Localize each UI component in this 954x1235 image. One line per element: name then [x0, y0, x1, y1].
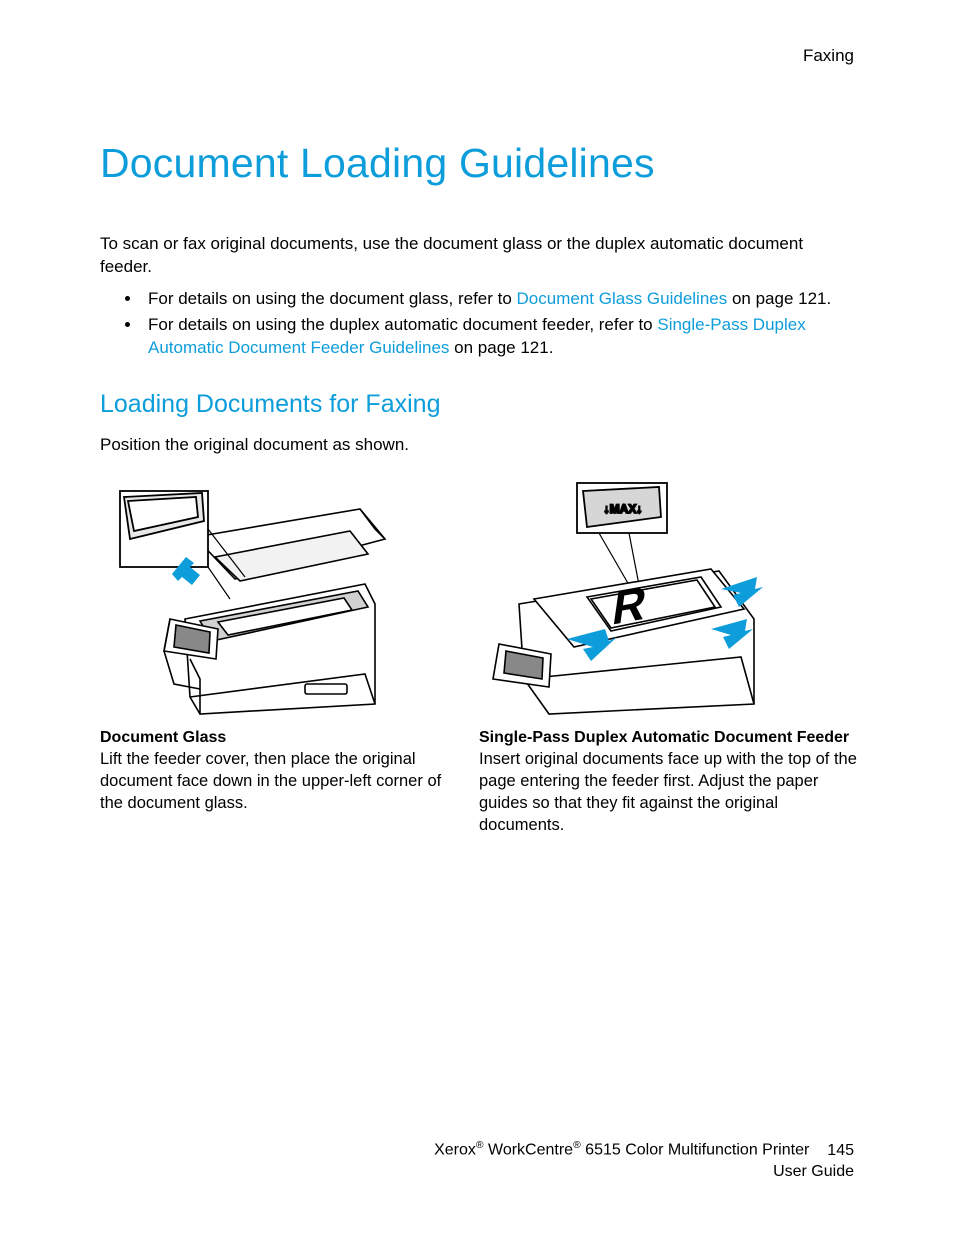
- bullet-item: For details on using the document glass,…: [142, 287, 858, 311]
- bullet-text-pre: For details on using the duplex automati…: [148, 315, 657, 334]
- column-left-title: Document Glass: [100, 729, 449, 747]
- subheading: Loading Documents for Faxing: [100, 390, 858, 419]
- instruction-text: Position the original document as shown.: [100, 435, 858, 455]
- page-title: Document Loading Guidelines: [100, 140, 858, 187]
- bullet-text-post: on page 121.: [727, 289, 831, 308]
- printer-adf-icon: ↓MAX↓: [479, 479, 769, 715]
- section-header: Faxing: [803, 46, 854, 66]
- footer-brand-2: WorkCentre: [484, 1142, 574, 1159]
- footer-product: 6515 Color Multifunction Printer: [581, 1142, 810, 1159]
- content-area: Document Loading Guidelines To scan or f…: [100, 140, 858, 836]
- bullet-text-post: on page 121.: [449, 338, 553, 357]
- column-right-body: Insert original documents face up with t…: [479, 749, 858, 836]
- column-right: ↓MAX↓: [479, 479, 858, 836]
- footer-brand-1: Xerox: [434, 1142, 476, 1159]
- page-footer: Xerox® WorkCentre® 6515 Color Multifunct…: [434, 1139, 854, 1183]
- footer-line-1: Xerox® WorkCentre® 6515 Color Multifunct…: [434, 1139, 854, 1161]
- svg-text:↓MAX↓: ↓MAX↓: [604, 502, 643, 516]
- column-left-body: Lift the feeder cover, then place the or…: [100, 749, 449, 814]
- column-left: Document Glass Lift the feeder cover, th…: [100, 479, 479, 836]
- bullet-item: For details on using the duplex automati…: [142, 313, 858, 361]
- bullet-list: For details on using the document glass,…: [100, 287, 858, 360]
- page-number: 145: [827, 1140, 854, 1162]
- bullet-text-pre: For details on using the document glass,…: [148, 289, 517, 308]
- columns-row: Document Glass Lift the feeder cover, th…: [100, 479, 858, 836]
- link-document-glass-guidelines[interactable]: Document Glass Guidelines: [517, 289, 728, 308]
- page: Faxing Document Loading Guidelines To sc…: [0, 0, 954, 1235]
- column-right-title: Single-Pass Duplex Automatic Document Fe…: [479, 729, 858, 747]
- reg-mark-icon: ®: [573, 1140, 581, 1151]
- footer-line-2: User Guide: [434, 1161, 854, 1183]
- printer-glass-icon: [100, 479, 390, 715]
- reg-mark-icon: ®: [476, 1140, 484, 1151]
- intro-paragraph: To scan or fax original documents, use t…: [100, 233, 858, 279]
